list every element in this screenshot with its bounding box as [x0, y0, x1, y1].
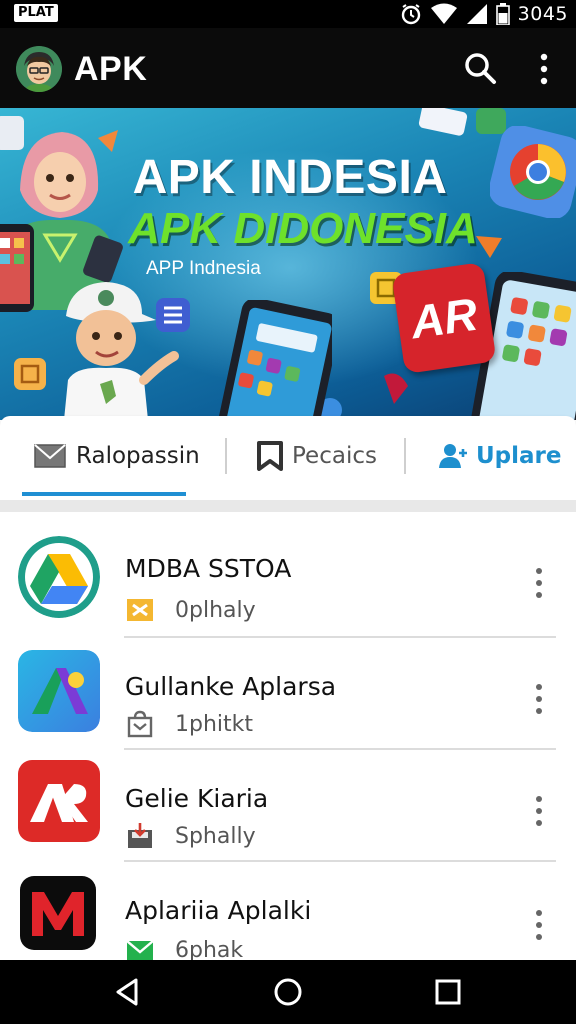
app-meta: 1phitkt [175, 712, 254, 737]
promo-banner[interactable]: AR APK INDESIA APK DIDONESIA APP Indnesi… [0, 108, 576, 420]
carrier-badge: PLAT [14, 4, 58, 22]
wifi-icon [430, 3, 457, 24]
list-item[interactable]: Gelie Kiaria Sphally [0, 750, 576, 862]
list-item[interactable]: Gullanke Aplarsa 1phitkt [0, 638, 576, 750]
mail-icon [34, 444, 66, 468]
app-title: APK [74, 50, 148, 88]
search-icon[interactable] [462, 50, 498, 86]
phone-center-illustration [216, 300, 332, 420]
more-vert-icon[interactable] [528, 566, 550, 600]
tab-label: Ralopassin [76, 443, 200, 469]
banner-caption: APP Indnesia [146, 258, 261, 279]
home-icon[interactable] [272, 976, 304, 1008]
list-item[interactable]: MDBA SSTOA 0plhaly [0, 522, 576, 634]
app-name: MDBA SSTOA [125, 554, 292, 583]
tab-divider [404, 438, 406, 474]
back-icon[interactable] [112, 976, 144, 1008]
more-vert-icon[interactable] [528, 682, 550, 716]
tab-label: Pecaics [292, 443, 377, 469]
tab-divider [225, 438, 227, 474]
tab-bar: Ralopassin Pecaics Uplare [0, 416, 576, 500]
more-vert-icon[interactable] [528, 794, 550, 828]
more-vert-icon[interactable] [528, 908, 550, 942]
app-name: Gelie Kiaria [125, 784, 269, 813]
app-a-icon [18, 650, 100, 732]
alarm-icon [401, 4, 420, 25]
bookmark-icon [257, 441, 283, 471]
drive-icon [18, 536, 100, 618]
mail-green-icon [126, 940, 154, 960]
person-add-icon [439, 444, 467, 468]
app-name: Gullanke Aplarsa [125, 672, 337, 701]
recents-icon[interactable] [432, 976, 464, 1008]
app-meta: Sphally [175, 824, 256, 849]
app-name: Aplariia Aplalki [125, 896, 312, 925]
m-icon [20, 876, 96, 950]
tab-selected-indicator [22, 492, 186, 496]
section-gap [0, 500, 576, 512]
status-icons: 3045 [400, 3, 568, 25]
banner-subtitle: APK DIDONESIA [128, 204, 478, 253]
status-bar: PLAT 3045 [0, 0, 576, 28]
app-meta: 0plhaly [175, 598, 256, 623]
tab-uplare[interactable]: Uplare [438, 416, 562, 496]
ar-promo-badge: AR [391, 262, 497, 374]
status-time: 3045 [517, 3, 568, 25]
badge-x-icon [127, 599, 153, 621]
tab-ralopassin[interactable]: Ralopassin [34, 416, 200, 496]
bag-icon [127, 710, 153, 738]
signal-icon [466, 4, 487, 24]
avatar-logo-icon[interactable] [16, 46, 62, 92]
download-box-icon [128, 823, 152, 848]
banner-title: APK INDESIA [132, 151, 448, 204]
app-list: MDBA SSTOA 0plhaly Gullanke Aplarsa 1phi… [0, 512, 576, 960]
more-vert-icon[interactable] [530, 52, 558, 86]
system-nav-bar [0, 960, 576, 1024]
ar-badge-text: AR [407, 287, 481, 349]
tab-label: Uplare [476, 443, 562, 469]
battery-icon [495, 3, 510, 25]
ar-icon [18, 760, 100, 842]
list-item[interactable]: Aplariia Aplalki 6phak [0, 862, 576, 960]
app-meta: 6phak [175, 938, 244, 960]
app-bar: APK [0, 28, 576, 108]
tab-pecaics[interactable]: Pecaics [256, 416, 377, 496]
